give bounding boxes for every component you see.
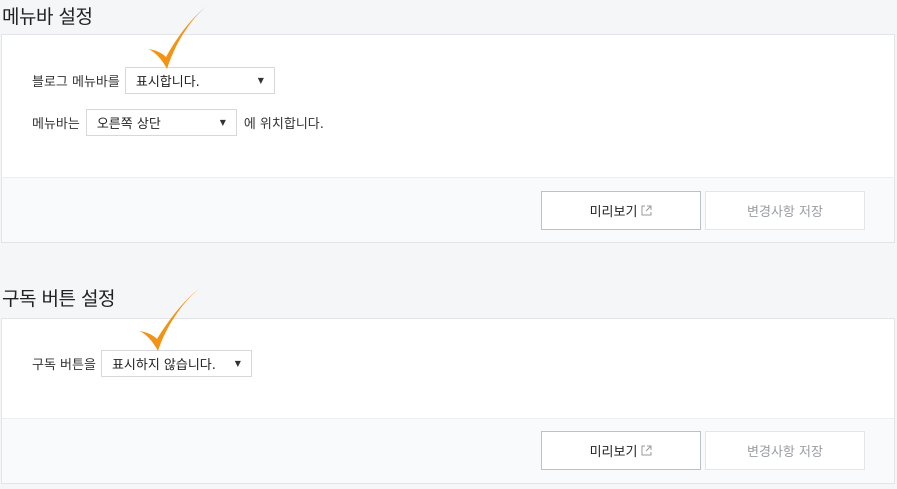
subscribe-save-label: 변경사항 저장 xyxy=(747,445,823,460)
subscribe-preview-label: 미리보기 xyxy=(589,445,638,460)
menubar-position-suffix: 에 위치합니다. xyxy=(243,117,324,132)
checkmark-annotation-icon xyxy=(139,287,201,351)
subscribe-visibility-label: 구독 버튼을 xyxy=(32,358,96,373)
menubar-position-row: 메뉴바는 오른쪽 상단 ▼ 에 위치합니다. xyxy=(32,109,324,136)
subscribe-visibility-select[interactable]: 표시하지 않습니다. ▼ xyxy=(100,350,252,377)
chevron-down-icon: ▼ xyxy=(257,76,264,85)
menubar-visibility-select[interactable]: 표시합니다. ▼ xyxy=(124,67,275,94)
subscribe-settings-panel: 구독 버튼을 표시하지 않습니다. ▼ 미리보기 변경사항 저장 xyxy=(1,318,895,484)
menubar-save-button[interactable]: 변경사항 저장 xyxy=(705,191,865,230)
subscribe-visibility-row: 구독 버튼을 표시하지 않습니다. ▼ xyxy=(32,350,252,377)
external-link-icon xyxy=(641,205,652,216)
menubar-visibility-label: 블로그 메뉴바를 xyxy=(32,75,120,90)
menubar-visibility-value: 표시합니다. xyxy=(135,75,200,90)
chevron-down-icon: ▼ xyxy=(219,118,226,127)
subscribe-section-title: 구독 버튼 설정 xyxy=(2,288,115,310)
menubar-save-label: 변경사항 저장 xyxy=(747,205,823,220)
menubar-preview-button[interactable]: 미리보기 xyxy=(541,191,701,230)
external-link-icon xyxy=(641,445,652,456)
menubar-settings-panel: 블로그 메뉴바를 표시합니다. ▼ 메뉴바는 오른쪽 상단 ▼ 에 위치합니다.… xyxy=(1,34,895,243)
menubar-position-label: 메뉴바는 xyxy=(32,117,80,132)
menubar-position-value: 오른쪽 상단 xyxy=(96,117,161,132)
subscribe-visibility-value: 표시하지 않습니다. xyxy=(111,358,216,373)
menubar-position-select[interactable]: 오른쪽 상단 ▼ xyxy=(85,109,237,136)
menubar-section-title: 메뉴바 설정 xyxy=(2,6,93,28)
subscribe-save-button[interactable]: 변경사항 저장 xyxy=(705,431,865,470)
subscribe-preview-button[interactable]: 미리보기 xyxy=(541,431,701,470)
checkmark-annotation-icon xyxy=(148,5,208,69)
chevron-down-icon: ▼ xyxy=(234,359,241,368)
menubar-preview-label: 미리보기 xyxy=(589,205,638,220)
menubar-visibility-row: 블로그 메뉴바를 표시합니다. ▼ xyxy=(32,67,275,94)
